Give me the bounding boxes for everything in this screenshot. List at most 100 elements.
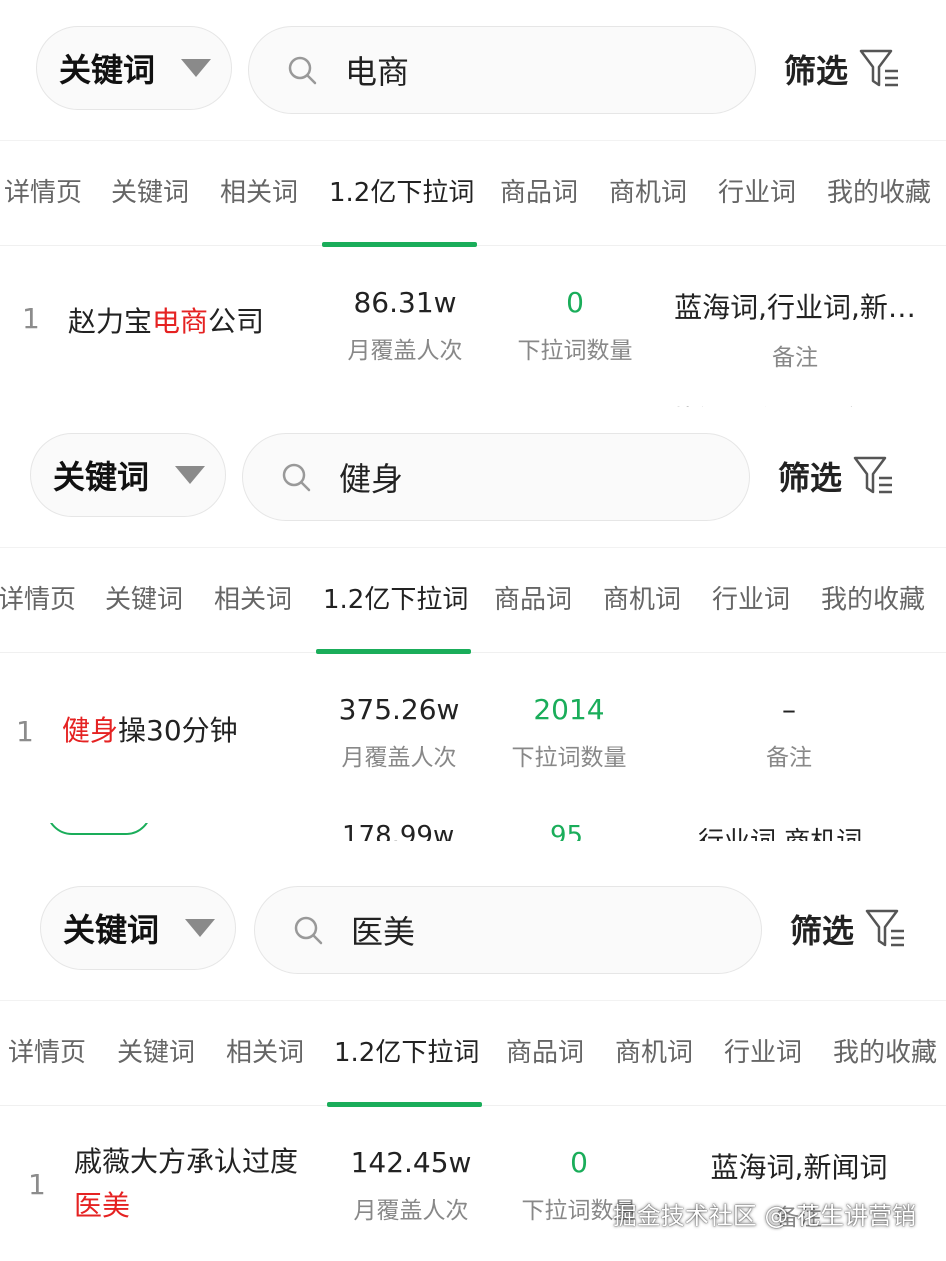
active-tab-indicator: [327, 1102, 482, 1107]
tab-detail[interactable]: 详情页: [0, 548, 76, 652]
select-label: 关键词: [59, 51, 156, 89]
coverage-label: 月覆盖人次: [347, 338, 463, 364]
tab-keyword[interactable]: 关键词: [105, 548, 183, 652]
title-highlight: 电商: [152, 305, 209, 338]
note-metric: – 备注: [658, 693, 920, 772]
list-item[interactable]: 1 健身操30分钟 375.26w 月覆盖人次 2014 下拉词数量 – 备注 …: [0, 685, 946, 841]
tab-opportunity[interactable]: 商机词: [609, 141, 687, 245]
tab-favorites[interactable]: 我的收藏: [827, 141, 931, 245]
tab-favorites[interactable]: 我的收藏: [833, 1001, 937, 1105]
search-box[interactable]: [248, 26, 756, 114]
filter-label: 筛选: [790, 912, 855, 950]
coverage-value: 142.45w: [350, 1146, 472, 1179]
tab-detail[interactable]: 详情页: [8, 1001, 86, 1105]
keyword-title[interactable]: 健身操30分钟: [62, 709, 238, 753]
tab-related[interactable]: 相关词: [220, 141, 298, 245]
tab-related[interactable]: 相关词: [214, 548, 292, 652]
dropdown-count-value: 2014: [533, 693, 605, 726]
keyword-title[interactable]: 戚薇大方承认过度 医美: [74, 1140, 298, 1228]
search-bar: 关键词 筛选: [0, 0, 946, 120]
note-value: 蓝海词,新闻词: [710, 1151, 888, 1184]
search-bar: 关键词 筛选: [0, 407, 946, 527]
note-value: 蓝海词,行业词,新…: [674, 291, 916, 324]
coverage-value: 375.26w: [338, 693, 460, 726]
title-text: 公司: [208, 305, 265, 338]
title-highlight: 健身: [62, 714, 119, 747]
tab-bar: 详情页 关键词 相关词 1.2亿下拉词 商品词 商机词 行业词 我的收藏: [0, 547, 946, 654]
coverage-metric: 86.31w 月覆盖人次: [330, 286, 480, 365]
tab-opportunity[interactable]: 商机词: [615, 1001, 693, 1105]
screenshot-panel-1: 关键词 筛选 详情页 关键词 相关词 1.2亿下拉词 商品词 商机词 行业词 我…: [0, 0, 946, 412]
tab-dropdown-words[interactable]: 1.2亿下拉词: [329, 141, 474, 245]
rank-number: 1: [28, 1168, 46, 1201]
tab-industry[interactable]: 行业词: [724, 1001, 802, 1105]
rank-number: 1: [16, 715, 34, 748]
search-box[interactable]: [254, 886, 762, 974]
active-tab-indicator: [316, 649, 471, 654]
dropdown-count-metric: 2014 下拉词数量: [494, 693, 644, 772]
active-tab-indicator: [322, 242, 477, 247]
search-box[interactable]: [242, 433, 750, 521]
filter-label: 筛选: [778, 459, 843, 497]
filter-label: 筛选: [784, 52, 849, 90]
tab-industry[interactable]: 行业词: [712, 548, 790, 652]
peek-coverage: 178.99w: [342, 823, 455, 841]
keyword-type-select[interactable]: 关键词: [36, 26, 232, 110]
tab-product[interactable]: 商品词: [506, 1001, 584, 1105]
title-text: 赵力宝: [68, 305, 153, 338]
chevron-down-icon: [181, 59, 212, 77]
filter-button[interactable]: 筛选: [784, 46, 902, 92]
title-text: 操30分钟: [118, 714, 238, 747]
tab-keyword[interactable]: 关键词: [117, 1001, 195, 1105]
filter-button[interactable]: 筛选: [790, 906, 908, 952]
chevron-down-icon: [175, 466, 206, 484]
coverage-label: 月覆盖人次: [353, 1198, 469, 1224]
filter-icon: [859, 49, 899, 87]
coverage-value: 86.31w: [353, 286, 457, 319]
coverage-metric: 375.26w 月覆盖人次: [324, 693, 474, 772]
peek-note: 行业词,商机词: [698, 823, 862, 841]
tab-dropdown-words[interactable]: 1.2亿下拉词: [334, 1001, 479, 1105]
tab-industry[interactable]: 行业词: [718, 141, 796, 245]
list-item[interactable]: 1 赵力宝电商公司 86.31w 月覆盖人次 0 下拉词数量 蓝海词,行业词,新…: [0, 278, 946, 412]
search-icon: [288, 56, 317, 85]
coverage-metric: 142.45w 月覆盖人次: [336, 1146, 486, 1225]
dropdown-count-label: 下拉词数量: [511, 745, 627, 771]
keyword-title[interactable]: 赵力宝电商公司: [68, 300, 264, 344]
search-input[interactable]: [349, 910, 653, 950]
title-text: 戚薇大方承认过度: [74, 1145, 299, 1178]
search-icon: [282, 463, 311, 492]
tab-product[interactable]: 商品词: [500, 141, 578, 245]
search-input[interactable]: [337, 457, 641, 497]
watermark: 掘金技术社区 @ 花生讲营销: [612, 1202, 916, 1230]
next-row-peek: 178.99w 95 行业词,商机词: [0, 823, 946, 841]
dropdown-count-label: 下拉词数量: [517, 338, 633, 364]
tab-keyword[interactable]: 关键词: [111, 141, 189, 245]
dropdown-count-metric: 0 下拉词数量: [500, 286, 650, 365]
tab-product[interactable]: 商品词: [494, 548, 572, 652]
tab-favorites[interactable]: 我的收藏: [821, 548, 925, 652]
chevron-down-icon: [185, 919, 216, 937]
note-label: 备注: [766, 745, 812, 771]
tab-bar: 详情页 关键词 相关词 1.2亿下拉词 商品词 商机词 行业词 我的收藏: [0, 140, 946, 247]
search-icon: [294, 916, 323, 945]
tab-detail[interactable]: 详情页: [4, 141, 82, 245]
dropdown-count-value: 0: [566, 286, 584, 319]
filter-button[interactable]: 筛选: [778, 453, 896, 499]
keyword-type-select[interactable]: 关键词: [30, 433, 226, 517]
coverage-label: 月覆盖人次: [341, 745, 457, 771]
note-value: –: [782, 693, 796, 726]
search-input[interactable]: [343, 50, 647, 90]
tab-dropdown-words[interactable]: 1.2亿下拉词: [323, 548, 468, 652]
note-label: 备注: [772, 345, 818, 371]
peek-count: 95: [550, 823, 584, 841]
keyword-type-select[interactable]: 关键词: [40, 886, 236, 970]
filter-icon: [853, 456, 893, 494]
rank-number: 1: [22, 302, 40, 335]
tab-related[interactable]: 相关词: [226, 1001, 304, 1105]
tab-bar: 详情页 关键词 相关词 1.2亿下拉词 商品词 商机词 行业词 我的收藏: [0, 1000, 946, 1107]
filter-icon: [865, 909, 905, 947]
tab-opportunity[interactable]: 商机词: [603, 548, 681, 652]
next-row-badge: [46, 823, 152, 835]
title-highlight: 医美: [74, 1189, 131, 1222]
